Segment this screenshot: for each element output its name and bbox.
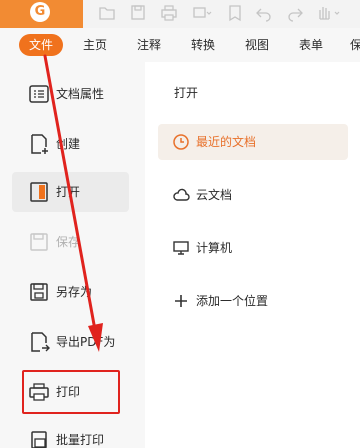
- cloud-icon: [172, 186, 190, 204]
- open-folder-icon[interactable]: [97, 4, 117, 22]
- plus-icon: [172, 292, 190, 310]
- clock-icon: [172, 133, 190, 151]
- sidebar-item-save-as[interactable]: 另存为: [12, 272, 129, 312]
- location-recent-documents[interactable]: 最近的文档: [158, 124, 348, 160]
- app-logo-area: G: [0, 0, 83, 28]
- sidebar-item-create[interactable]: 创建: [12, 124, 129, 164]
- menu-annotate[interactable]: 注释: [137, 34, 161, 56]
- computer-icon: [172, 239, 190, 257]
- print-highlight-box: [22, 370, 120, 414]
- sidebar-item-label: 文档属性: [56, 87, 105, 101]
- sidebar-item-label: 保存: [56, 235, 81, 249]
- undo-icon[interactable]: [254, 4, 274, 22]
- app-logo-letter: G: [34, 4, 46, 19]
- save-as-icon: [28, 281, 50, 303]
- sidebar-item-label: 导出PDF为: [56, 335, 116, 349]
- location-cloud-documents[interactable]: 云文档: [158, 177, 348, 213]
- location-computer[interactable]: 计算机: [158, 230, 348, 266]
- menu-file[interactable]: 文件: [19, 34, 64, 56]
- batch-print-icon: [28, 429, 50, 448]
- sidebar-item-batch-print[interactable]: 批量打印: [12, 420, 129, 448]
- sidebar-item-label: 打开: [56, 185, 81, 199]
- sidebar-item-document-properties[interactable]: 文档属性: [12, 74, 129, 114]
- sidebar-item-save[interactable]: 保存: [12, 222, 129, 262]
- location-label: 最近的文档: [196, 135, 257, 149]
- sidebar-item-label: 创建: [56, 137, 81, 151]
- menu-bar: 文件 主页 注释 转换 视图 表单 保: [0, 28, 360, 62]
- menu-home[interactable]: 主页: [83, 34, 107, 56]
- save-icon[interactable]: [128, 4, 148, 22]
- location-label: 计算机: [196, 241, 233, 255]
- create-document-icon: [28, 133, 50, 155]
- location-add-place[interactable]: 添加一个位置: [158, 283, 348, 319]
- top-toolbar: G: [0, 0, 360, 28]
- print-icon[interactable]: [159, 4, 179, 22]
- image-dropdown-icon[interactable]: [192, 4, 212, 22]
- document-properties-icon: [28, 83, 50, 105]
- menu-form[interactable]: 表单: [299, 34, 323, 56]
- location-label: 添加一个位置: [196, 294, 269, 308]
- menu-protect[interactable]: 保: [350, 34, 360, 56]
- location-label: 云文档: [196, 188, 233, 202]
- sidebar-item-label: 批量打印: [56, 433, 105, 447]
- menu-view[interactable]: 视图: [245, 34, 269, 56]
- sidebar-item-open[interactable]: 打开: [12, 172, 129, 212]
- bookmark-icon[interactable]: [225, 4, 245, 22]
- hand-tool-icon[interactable]: [315, 4, 343, 22]
- redo-icon[interactable]: [285, 4, 305, 22]
- menu-convert[interactable]: 转换: [191, 34, 215, 56]
- sidebar-item-export-pdf[interactable]: 导出PDF为: [12, 322, 129, 362]
- sidebar-item-label: 另存为: [56, 285, 93, 299]
- app-logo-icon[interactable]: G: [30, 2, 50, 22]
- export-pdf-icon: [28, 331, 50, 353]
- open-icon: [28, 181, 50, 203]
- save-icon: [28, 231, 50, 253]
- open-panel-title: 打开: [174, 86, 199, 100]
